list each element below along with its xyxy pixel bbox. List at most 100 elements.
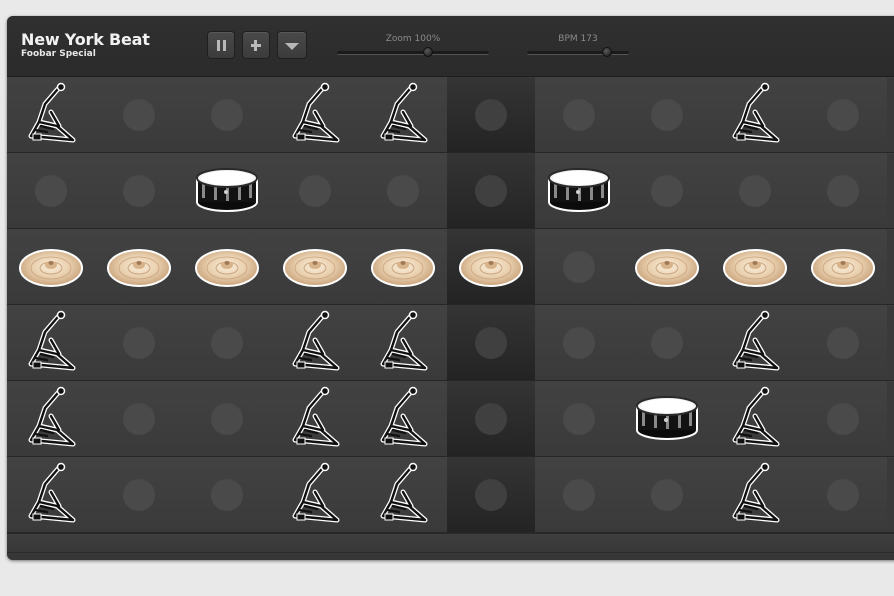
step-cell-active[interactable] bbox=[7, 381, 95, 456]
pedal-icon bbox=[721, 462, 789, 526]
empty-step-dot bbox=[739, 175, 771, 207]
empty-step-dot bbox=[299, 175, 331, 207]
step-cell-active[interactable] bbox=[271, 77, 359, 152]
empty-step-dot bbox=[827, 99, 859, 131]
cymbal-icon bbox=[281, 234, 349, 298]
step-cell-empty[interactable] bbox=[799, 381, 887, 456]
pause-button[interactable] bbox=[207, 31, 235, 59]
step-cell-empty[interactable] bbox=[623, 305, 711, 380]
step-cell-empty[interactable] bbox=[95, 153, 183, 228]
step-cell-empty[interactable] bbox=[535, 381, 623, 456]
snare-icon bbox=[193, 158, 261, 222]
step-cell-active[interactable] bbox=[359, 229, 447, 304]
step-cell-empty[interactable] bbox=[183, 305, 271, 380]
step-cell-empty[interactable] bbox=[95, 381, 183, 456]
step-sequencer-grid bbox=[7, 77, 894, 533]
step-cell-active[interactable] bbox=[7, 457, 95, 532]
step-cell-empty[interactable] bbox=[535, 77, 623, 152]
step-cell-active[interactable] bbox=[711, 77, 799, 152]
step-cell-active[interactable] bbox=[359, 77, 447, 152]
zoom-slider[interactable] bbox=[337, 47, 489, 57]
empty-step-dot bbox=[123, 403, 155, 435]
track-row bbox=[7, 229, 894, 305]
step-cell-empty[interactable] bbox=[447, 77, 535, 152]
step-cell-empty[interactable] bbox=[95, 305, 183, 380]
step-cell-empty[interactable] bbox=[447, 153, 535, 228]
empty-step-dot bbox=[387, 175, 419, 207]
step-cell-active[interactable] bbox=[95, 229, 183, 304]
bpm-label: BPM 173 bbox=[558, 34, 598, 44]
step-cell-empty[interactable] bbox=[95, 77, 183, 152]
step-cell-empty[interactable] bbox=[623, 457, 711, 532]
step-cell-empty[interactable] bbox=[7, 153, 95, 228]
step-cell-empty[interactable] bbox=[799, 77, 887, 152]
step-cell-empty[interactable] bbox=[447, 457, 535, 532]
step-cell-active[interactable] bbox=[271, 305, 359, 380]
step-cell-empty[interactable] bbox=[623, 153, 711, 228]
step-cell-active[interactable] bbox=[271, 457, 359, 532]
step-cell-active[interactable] bbox=[623, 381, 711, 456]
step-cell-active[interactable] bbox=[7, 305, 95, 380]
step-cell-empty[interactable] bbox=[535, 229, 623, 304]
empty-step-dot bbox=[211, 99, 243, 131]
step-cell-active[interactable] bbox=[183, 229, 271, 304]
add-button[interactable] bbox=[242, 31, 270, 59]
step-cell-empty[interactable] bbox=[447, 305, 535, 380]
step-cell-active[interactable] bbox=[623, 229, 711, 304]
pedal-icon bbox=[721, 310, 789, 374]
empty-step-dot bbox=[563, 327, 595, 359]
snare-icon bbox=[545, 158, 613, 222]
bpm-slider[interactable] bbox=[527, 47, 629, 57]
step-cell-empty[interactable] bbox=[711, 153, 799, 228]
step-cell-empty[interactable] bbox=[447, 381, 535, 456]
step-cell-active[interactable] bbox=[7, 77, 95, 152]
step-cell-active[interactable] bbox=[359, 305, 447, 380]
step-cell-empty[interactable] bbox=[95, 457, 183, 532]
step-cell-active[interactable] bbox=[183, 153, 271, 228]
step-cell-active[interactable] bbox=[711, 457, 799, 532]
pedal-icon bbox=[369, 462, 437, 526]
step-cell-empty[interactable] bbox=[271, 153, 359, 228]
step-cell-empty[interactable] bbox=[535, 457, 623, 532]
drum-machine-window: New York Beat Foobar Special Zoom 100% B… bbox=[7, 16, 894, 560]
step-cell-active[interactable] bbox=[359, 457, 447, 532]
step-cell-active[interactable] bbox=[7, 229, 95, 304]
step-cell-active[interactable] bbox=[447, 229, 535, 304]
step-cell-active[interactable] bbox=[359, 381, 447, 456]
cymbal-icon bbox=[369, 234, 437, 298]
cymbal-icon bbox=[193, 234, 261, 298]
empty-step-dot bbox=[475, 479, 507, 511]
pedal-icon bbox=[369, 82, 437, 146]
step-cell-active[interactable] bbox=[271, 229, 359, 304]
snare-icon bbox=[633, 386, 701, 450]
step-cell-active[interactable] bbox=[271, 381, 359, 456]
bpm-slider-handle[interactable] bbox=[601, 47, 612, 57]
step-cell-active[interactable] bbox=[535, 153, 623, 228]
cymbal-icon bbox=[809, 234, 877, 298]
step-cell-empty[interactable] bbox=[359, 153, 447, 228]
step-cell-active[interactable] bbox=[711, 229, 799, 304]
step-cell-active[interactable] bbox=[799, 229, 887, 304]
step-cell-empty[interactable] bbox=[799, 153, 887, 228]
step-cell-empty[interactable] bbox=[183, 381, 271, 456]
step-cell-active[interactable] bbox=[711, 305, 799, 380]
menu-dropdown-button[interactable] bbox=[277, 31, 307, 59]
pedal-icon bbox=[17, 462, 85, 526]
empty-step-dot bbox=[563, 251, 595, 283]
step-cell-empty[interactable] bbox=[623, 77, 711, 152]
empty-step-dot bbox=[211, 479, 243, 511]
chevron-down-icon bbox=[285, 43, 299, 50]
zoom-slider-handle[interactable] bbox=[423, 47, 434, 57]
step-cell-empty[interactable] bbox=[183, 77, 271, 152]
step-cell-empty[interactable] bbox=[799, 457, 887, 532]
empty-step-dot bbox=[563, 99, 595, 131]
step-cell-empty[interactable] bbox=[183, 457, 271, 532]
step-cell-empty[interactable] bbox=[535, 305, 623, 380]
empty-step-dot bbox=[475, 99, 507, 131]
pedal-icon bbox=[17, 82, 85, 146]
cymbal-icon bbox=[105, 234, 173, 298]
step-cell-empty[interactable] bbox=[799, 305, 887, 380]
empty-step-dot bbox=[651, 175, 683, 207]
step-cell-active[interactable] bbox=[711, 381, 799, 456]
empty-step-dot bbox=[651, 327, 683, 359]
